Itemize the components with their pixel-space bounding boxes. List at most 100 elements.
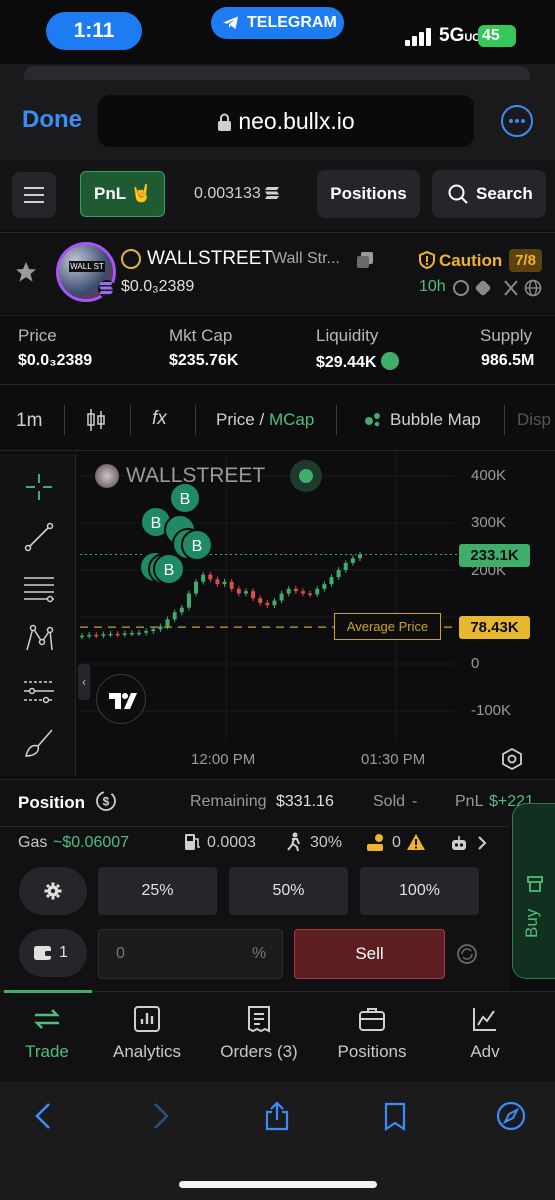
candlestick-icon[interactable] bbox=[86, 407, 106, 433]
candle bbox=[265, 602, 270, 606]
forward-icon[interactable] bbox=[145, 1101, 175, 1131]
candle bbox=[186, 593, 191, 608]
indicators-button[interactable]: fx bbox=[152, 408, 167, 430]
sell-button[interactable]: Sell bbox=[294, 929, 445, 979]
fuel-icon bbox=[185, 834, 200, 850]
candle bbox=[308, 593, 313, 595]
menu-button[interactable] bbox=[12, 172, 56, 218]
y-tick: 0 bbox=[471, 655, 480, 672]
back-icon[interactable] bbox=[29, 1101, 59, 1131]
tab-positions[interactable]: Positions bbox=[322, 1004, 422, 1074]
interval-selector[interactable]: 1m bbox=[16, 410, 42, 432]
candle bbox=[322, 584, 327, 589]
star-icon[interactable] bbox=[14, 260, 38, 284]
tab-trade[interactable]: Trade bbox=[0, 1004, 97, 1074]
preset-100-button[interactable]: 100% bbox=[360, 867, 479, 915]
share-icon[interactable] bbox=[262, 1101, 292, 1131]
measure-icon[interactable] bbox=[22, 674, 56, 708]
compass-icon[interactable] bbox=[496, 1101, 526, 1131]
bubble-map-button[interactable]: Bubble Map bbox=[390, 410, 481, 430]
refresh-icon[interactable] bbox=[456, 943, 478, 965]
candle bbox=[108, 633, 113, 636]
url-text: neo.bullx.io bbox=[238, 108, 355, 134]
bubble-map-icon bbox=[365, 413, 380, 427]
buy-label: Buy bbox=[522, 908, 541, 938]
wallet-selector[interactable]: 1 bbox=[19, 929, 87, 977]
wallet-balance: 0.003133 bbox=[194, 185, 279, 203]
brush-icon[interactable] bbox=[22, 726, 56, 760]
fib-retracement-icon[interactable] bbox=[22, 572, 56, 606]
token-age: 10h bbox=[419, 278, 446, 295]
pill-icon bbox=[121, 249, 141, 269]
bookmarks-icon[interactable] bbox=[380, 1101, 410, 1131]
search-icon bbox=[448, 184, 468, 204]
pnl-button[interactable]: PnL 🤘 bbox=[80, 171, 165, 217]
wallet-icon bbox=[34, 946, 52, 960]
trade-settings-button[interactable] bbox=[19, 867, 87, 915]
tab-adv[interactable]: Adv bbox=[435, 1004, 535, 1074]
collapse-toolbar-button[interactable]: ‹ bbox=[78, 664, 90, 700]
amount-unit: % bbox=[252, 945, 267, 962]
sold-label: Sold bbox=[373, 793, 406, 810]
display-button[interactable]: Disp bbox=[517, 410, 551, 430]
y-tick: 300K bbox=[471, 514, 507, 531]
solana-icon bbox=[264, 187, 279, 199]
x-tick: 12:00 PM bbox=[191, 751, 256, 768]
chevron-right-icon[interactable] bbox=[477, 836, 487, 850]
bribe-icon bbox=[367, 834, 383, 851]
chart-token-icon bbox=[95, 464, 119, 488]
candle bbox=[115, 633, 120, 636]
candle bbox=[194, 581, 199, 594]
liquidity-lock-icon bbox=[380, 352, 399, 370]
chart-title: WALLSTREET bbox=[126, 464, 266, 487]
currency-swap-icon[interactable]: $ bbox=[95, 790, 117, 812]
candle bbox=[236, 588, 241, 594]
candle bbox=[286, 588, 291, 594]
pattern-icon[interactable] bbox=[22, 622, 56, 656]
candle bbox=[172, 612, 177, 620]
telegram-pill[interactable]: TELEGRAM bbox=[211, 7, 344, 39]
stat-liquidity-value: $29.44K bbox=[316, 352, 399, 372]
price-mcap-toggle[interactable]: Price / MCap bbox=[216, 410, 314, 430]
tab-orders[interactable]: Orders (3) bbox=[209, 1004, 309, 1074]
social-icons[interactable] bbox=[453, 279, 543, 297]
done-button[interactable]: Done bbox=[22, 106, 82, 134]
candle bbox=[329, 577, 334, 585]
caution-label[interactable]: Caution bbox=[419, 250, 502, 271]
stat-supply-label: Supply bbox=[480, 326, 532, 345]
candle bbox=[272, 600, 277, 606]
average-price-label: Average Price bbox=[334, 613, 441, 640]
browser-sheet-edge bbox=[24, 66, 530, 80]
preset-50-button[interactable]: 50% bbox=[229, 867, 348, 915]
candle bbox=[350, 558, 355, 563]
status-time: 1:11 bbox=[46, 12, 142, 50]
slippage-value: 30% bbox=[310, 834, 343, 851]
battery-indicator: 45 bbox=[478, 25, 516, 47]
crosshair-icon[interactable] bbox=[22, 470, 56, 504]
candle bbox=[80, 635, 84, 638]
chart-settings-icon[interactable] bbox=[500, 747, 524, 771]
receipt-icon bbox=[248, 1006, 270, 1033]
candle bbox=[158, 626, 163, 630]
stat-liquidity-label: Liquidity bbox=[316, 326, 379, 345]
positions-button[interactable]: Positions bbox=[317, 170, 420, 218]
y-tick: -100K bbox=[471, 702, 512, 719]
preset-25-button[interactable]: 25% bbox=[98, 867, 217, 915]
svg-text:$: $ bbox=[103, 795, 110, 809]
buy-marker-label: B bbox=[192, 538, 203, 555]
bribe-count: 0 bbox=[392, 834, 401, 851]
lock-icon bbox=[218, 113, 232, 131]
more-options-icon[interactable] bbox=[501, 105, 533, 137]
tab-analytics[interactable]: Analytics bbox=[97, 1004, 197, 1074]
candle bbox=[137, 632, 142, 635]
candle bbox=[336, 570, 341, 578]
candle bbox=[343, 562, 348, 570]
url-bar[interactable]: neo.bullx.io bbox=[98, 95, 474, 147]
token-price: $0.0₃2389 bbox=[121, 278, 195, 295]
bar-chart-icon bbox=[134, 1006, 160, 1032]
copy-icon[interactable] bbox=[356, 251, 374, 269]
briefcase-icon bbox=[359, 1008, 385, 1031]
trend-line-icon[interactable] bbox=[22, 520, 56, 554]
search-button[interactable]: Search bbox=[432, 170, 546, 218]
remaining-label: Remaining bbox=[190, 793, 267, 810]
